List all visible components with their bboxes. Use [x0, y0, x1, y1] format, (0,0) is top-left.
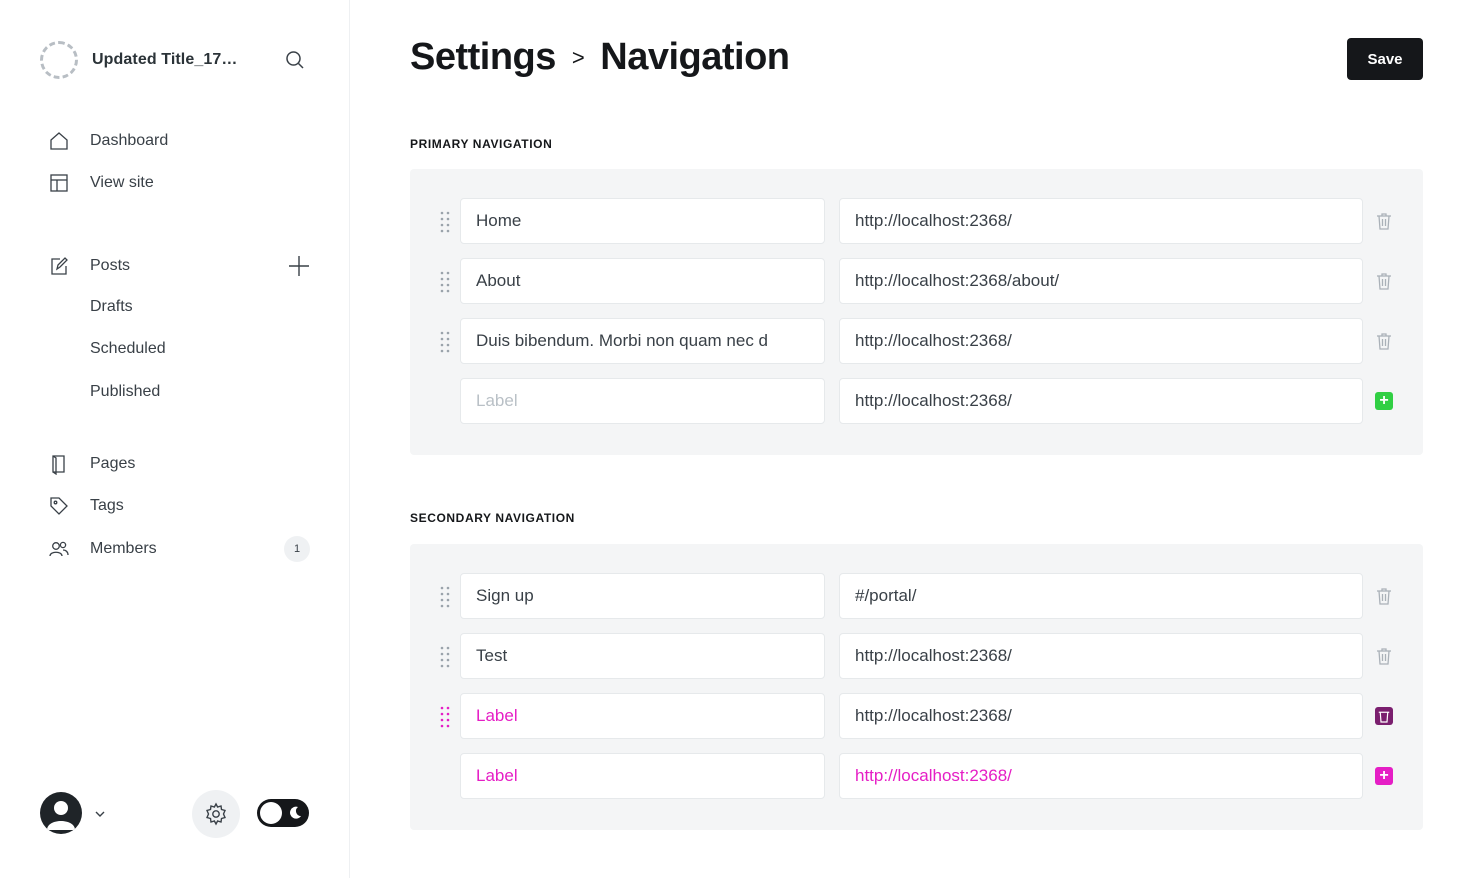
members-count-badge: 1: [284, 536, 310, 562]
drag-handle-icon[interactable]: [440, 645, 450, 669]
drag-handle-icon[interactable]: [440, 210, 450, 234]
sidebar-item-drafts[interactable]: Drafts: [90, 298, 133, 316]
trash-icon[interactable]: [1372, 584, 1396, 608]
nav-item-row: Home http://localhost:2368/: [410, 198, 1423, 246]
nav-label-input[interactable]: Test: [460, 633, 825, 679]
search-icon[interactable]: [283, 48, 307, 72]
sidebar-item-members[interactable]: Members: [48, 536, 157, 562]
save-button[interactable]: Save: [1347, 38, 1423, 80]
primary-navigation-heading: PRIMARY NAVIGATION: [410, 137, 553, 151]
night-mode-toggle[interactable]: [257, 799, 309, 827]
nav-label-input[interactable]: Home: [460, 198, 825, 244]
edit-icon: [48, 255, 70, 277]
nav-item-row: Label http://localhost:2368/: [410, 693, 1423, 741]
sidebar-item-label: Dashboard: [90, 132, 169, 149]
nav-item-row: Sign up #/portal/: [410, 573, 1423, 621]
nav-item-row: Test http://localhost:2368/: [410, 633, 1423, 681]
site-title: Updated Title_17…: [92, 51, 238, 68]
nav-url-input[interactable]: http://localhost:2368/: [839, 633, 1363, 679]
settings-button[interactable]: [192, 790, 240, 838]
new-nav-item-row: Label http://localhost:2368/ +: [410, 753, 1423, 801]
sidebar-item-label: Pages: [90, 455, 136, 472]
sidebar-item-label: Members: [90, 540, 157, 557]
trash-icon[interactable]: [1372, 209, 1396, 233]
user-icon: [47, 801, 75, 830]
sidebar-item-view-site[interactable]: View site: [48, 170, 154, 196]
new-nav-item-row: Label http://localhost:2368/ +: [410, 378, 1423, 426]
nav-label-input[interactable]: Duis bibendum. Morbi non quam nec d: [460, 318, 825, 364]
primary-navigation-panel: Home http://localhost:2368/ About http:/…: [410, 169, 1423, 455]
nav-url-input[interactable]: http://localhost:2368/: [839, 693, 1363, 739]
nav-url-input[interactable]: #/portal/: [839, 573, 1363, 619]
sidebar-item-label: View site: [90, 174, 154, 191]
trash-icon[interactable]: [1372, 329, 1396, 353]
plus-icon: +: [1375, 767, 1393, 785]
sidebar-item-posts[interactable]: Posts: [48, 253, 130, 279]
members-icon: [48, 538, 70, 560]
drag-handle-icon[interactable]: [440, 705, 450, 729]
moon-icon: [290, 806, 301, 819]
nav-item-row: Duis bibendum. Morbi non quam nec d http…: [410, 318, 1423, 366]
house-icon: [48, 130, 70, 152]
site-logo: [40, 41, 78, 79]
layout-icon: [48, 172, 70, 194]
page-title: Settings > Navigation: [410, 36, 790, 79]
breadcrumb-current: Navigation: [600, 36, 790, 78]
user-avatar[interactable]: [40, 792, 82, 834]
trash-icon[interactable]: [1372, 644, 1396, 668]
trash-icon[interactable]: [1372, 269, 1396, 293]
sidebar-item-scheduled[interactable]: Scheduled: [90, 340, 166, 358]
secondary-navigation-panel: Sign up #/portal/ Test http://localhost:…: [410, 544, 1423, 830]
add-nav-item-button[interactable]: +: [1372, 389, 1396, 413]
add-nav-item-button[interactable]: +: [1372, 764, 1396, 788]
breadcrumb-separator: >: [571, 44, 585, 70]
drag-handle-icon[interactable]: [440, 585, 450, 609]
plus-icon: +: [1375, 392, 1393, 410]
gear-icon: [206, 802, 226, 826]
plus-icon[interactable]: [287, 254, 311, 278]
new-nav-url-input[interactable]: http://localhost:2368/: [839, 378, 1363, 424]
sidebar-item-dashboard[interactable]: Dashboard: [48, 128, 168, 154]
nav-url-input[interactable]: http://localhost:2368/: [839, 198, 1363, 244]
new-nav-label-input[interactable]: Label: [460, 753, 825, 799]
breadcrumb-settings[interactable]: Settings: [410, 36, 556, 79]
chevron-down-icon[interactable]: [92, 806, 108, 822]
sidebar-item-label: Tags: [90, 497, 124, 514]
tag-icon: [48, 495, 70, 517]
trash-icon[interactable]: [1372, 704, 1396, 728]
sidebar-item-published[interactable]: Published: [90, 383, 160, 401]
nav-label-input[interactable]: About: [460, 258, 825, 304]
sidebar-item-tags[interactable]: Tags: [48, 493, 124, 519]
drag-handle-icon[interactable]: [440, 330, 450, 354]
nav-label-input[interactable]: Sign up: [460, 573, 825, 619]
secondary-navigation-heading: SECONDARY NAVIGATION: [410, 511, 575, 525]
sidebar: Updated Title_17… Dashboard View site Po…: [0, 0, 350, 878]
sidebar-item-label: Posts: [90, 257, 131, 274]
page-icon: [48, 453, 70, 475]
new-nav-url-input[interactable]: http://localhost:2368/: [839, 753, 1363, 799]
nav-item-row: About http://localhost:2368/about/: [410, 258, 1423, 306]
nav-url-input[interactable]: http://localhost:2368/about/: [839, 258, 1363, 304]
toggle-knob: [260, 802, 282, 824]
nav-url-input[interactable]: http://localhost:2368/: [839, 318, 1363, 364]
trash-icon-highlighted: [1375, 707, 1393, 725]
sidebar-item-pages[interactable]: Pages: [48, 451, 135, 477]
drag-handle-icon[interactable]: [440, 270, 450, 294]
nav-label-input[interactable]: Label: [460, 693, 825, 739]
new-nav-label-input[interactable]: Label: [460, 378, 825, 424]
site-brand[interactable]: Updated Title_17…: [40, 40, 237, 80]
